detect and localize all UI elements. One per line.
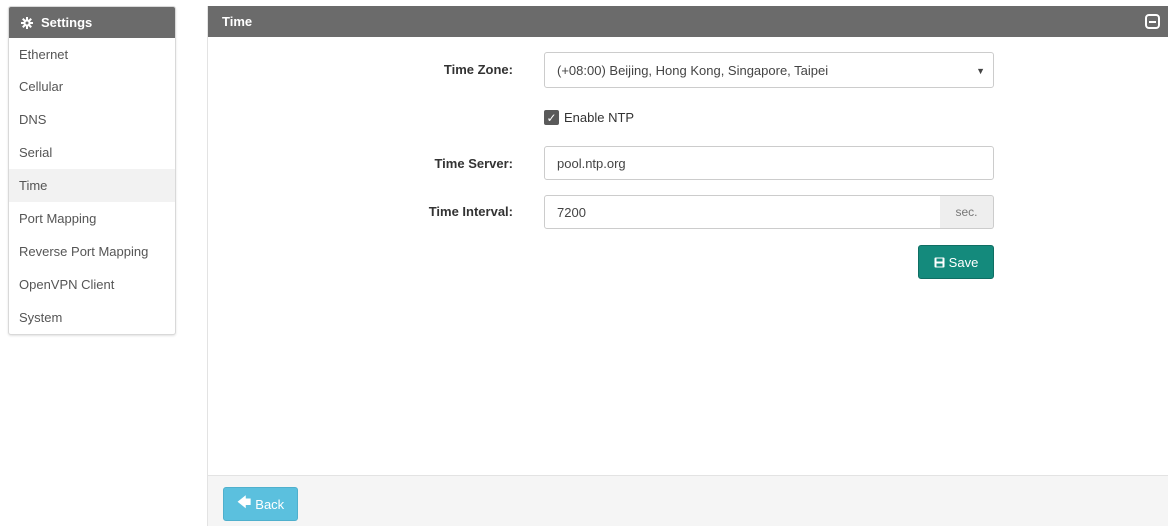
time-interval-label: Time Interval: <box>428 204 513 219</box>
time-interval-value: 7200 <box>557 204 586 220</box>
panel-header: Time <box>208 6 1168 37</box>
back-label: Back <box>255 496 285 512</box>
time-interval-unit: sec. <box>940 195 994 229</box>
save-button[interactable]: Save <box>918 245 994 279</box>
time-server-input[interactable]: pool.ntp.org <box>544 146 994 180</box>
time-zone-label: Time Zone: <box>443 62 513 77</box>
caret-down-icon: ▼ <box>976 66 985 76</box>
save-label: Save <box>948 254 979 270</box>
enable-ntp-checkbox[interactable]: ✓ <box>544 110 559 125</box>
back-button[interactable]: 🡄 Back <box>223 487 298 521</box>
sidebar-item-cellular[interactable]: Cellular <box>9 70 175 103</box>
sidebar-item-system[interactable]: System <box>9 301 175 334</box>
enable-ntp-row[interactable]: ✓ Enable NTP <box>544 110 634 125</box>
sidebar-item-dns[interactable]: DNS <box>9 103 175 136</box>
time-server-value: pool.ntp.org <box>557 155 626 171</box>
time-zone-value: (+08:00) Beijing, Hong Kong, Singapore, … <box>557 62 829 78</box>
sidebar-header: Settings <box>9 7 175 38</box>
floppy-disk-icon <box>934 257 945 268</box>
sidebar-title: Settings <box>41 15 93 30</box>
sidebar-item-port-mapping[interactable]: Port Mapping <box>9 202 175 235</box>
time-zone-select[interactable]: (+08:00) Beijing, Hong Kong, Singapore, … <box>544 52 994 88</box>
sidebar-item-reverse-port-mapping[interactable]: Reverse Port Mapping <box>9 235 175 268</box>
gear-icon <box>21 16 33 29</box>
sidebar-item-ethernet[interactable]: Ethernet <box>9 38 175 70</box>
arrow-left-icon: 🡄 <box>236 494 252 510</box>
sidebar-item-openvpn-client[interactable]: OpenVPN Client <box>9 268 175 301</box>
time-panel: Time Time Zone: (+08:00) Beijing, Hong K… <box>207 6 1168 526</box>
enable-ntp-label: Enable NTP <box>564 110 635 125</box>
panel-title: Time <box>222 14 253 29</box>
collapse-icon[interactable] <box>1145 14 1160 29</box>
sidebar-item-time[interactable]: Time <box>9 169 175 202</box>
time-interval-input[interactable]: 7200 <box>544 195 941 229</box>
panel-footer: 🡄 Back <box>208 475 1168 526</box>
time-server-label: Time Server: <box>434 156 513 171</box>
settings-sidebar: Settings Ethernet Cellular DNS Serial Ti… <box>8 6 176 335</box>
sidebar-item-serial[interactable]: Serial <box>9 136 175 169</box>
